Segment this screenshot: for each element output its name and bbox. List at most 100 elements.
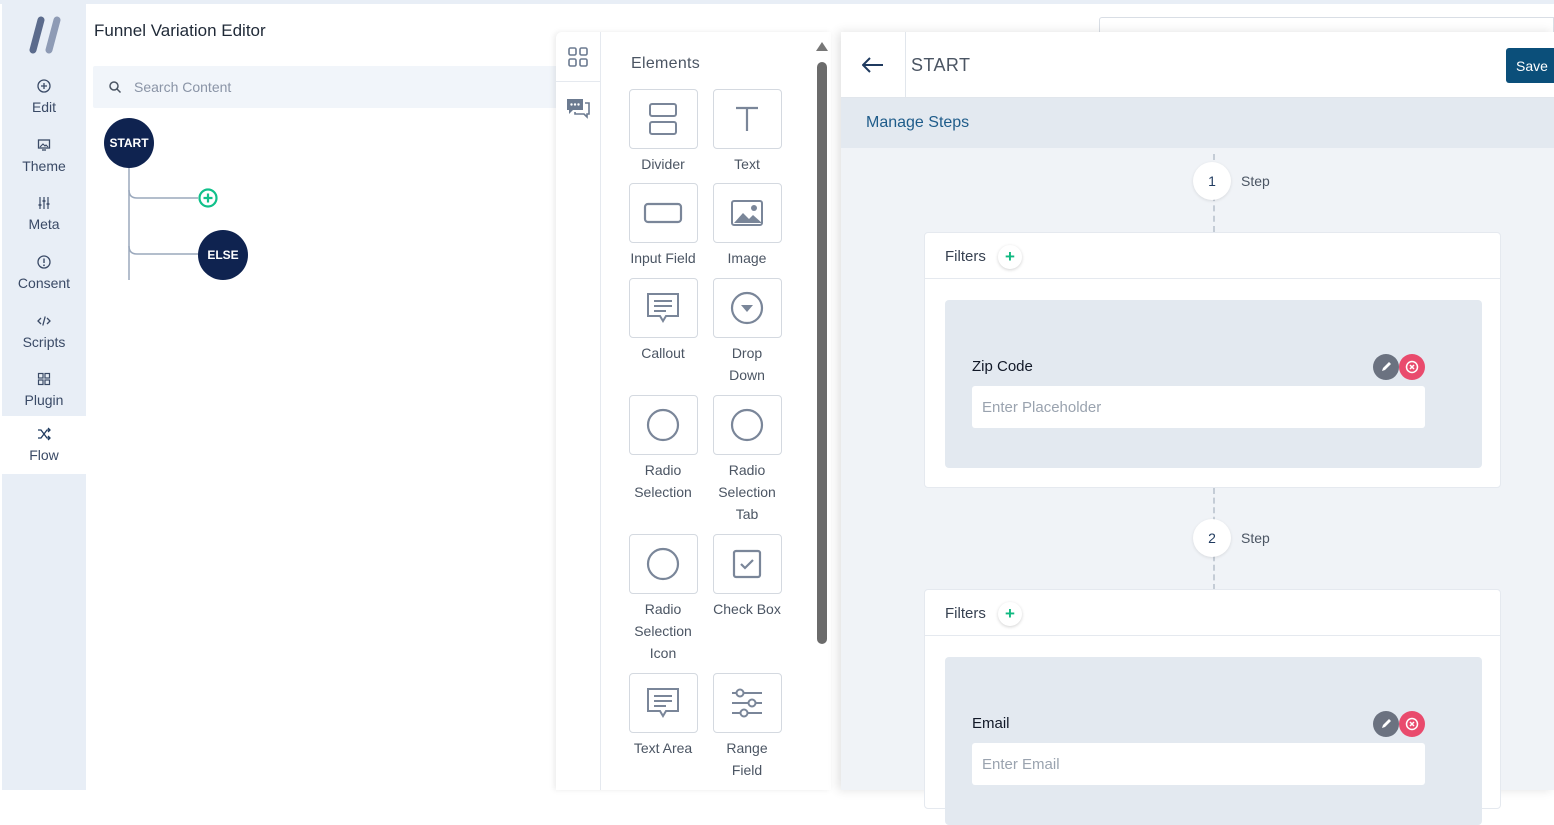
divider-icon: [628, 89, 698, 149]
close-circle-icon: [1405, 360, 1419, 374]
field-block: Zip Code: [945, 300, 1482, 468]
nav-item-plugin[interactable]: Plugin: [2, 361, 86, 419]
delete-field-button[interactable]: [1399, 354, 1425, 380]
manage-steps-label: Manage Steps: [866, 114, 970, 131]
filters-label: Filters: [945, 605, 986, 622]
nav-item-flow[interactable]: Flow: [2, 416, 86, 474]
search-icon: [109, 81, 122, 94]
element-text-area[interactable]: Text Area: [628, 673, 698, 759]
save-button[interactable]: Save: [1506, 48, 1554, 83]
shuffle-icon: [37, 427, 51, 441]
input-field-icon: [628, 183, 698, 243]
nav-item-scripts[interactable]: Scripts: [2, 303, 86, 361]
nav-item-label: Consent: [17, 275, 71, 291]
top-border: [0, 0, 1554, 4]
card-header: Filters +: [925, 233, 1500, 279]
filters-label: Filters: [945, 248, 986, 265]
tab-divider: [556, 81, 601, 82]
textarea-icon: [628, 673, 698, 733]
left-nav: Edit Theme Meta Consent Scripts Plugin F…: [2, 4, 86, 790]
step-panel: START Save Manage Steps 1 Step Filters +…: [841, 32, 1554, 825]
scrollbar-thumb[interactable]: [817, 62, 827, 644]
element-radio-selection-icon[interactable]: Radio Selection Icon: [628, 534, 698, 664]
apps-grid-icon[interactable]: [564, 43, 592, 71]
elements-panel-tabs: [556, 32, 601, 790]
element-divider[interactable]: Divider: [628, 89, 698, 175]
zip-code-input[interactable]: [972, 386, 1425, 428]
element-label: Range Field: [726, 740, 768, 778]
page-title: Funnel Variation Editor: [94, 21, 266, 40]
info-circle-icon: [37, 255, 51, 269]
field-block: Email: [945, 657, 1482, 825]
code-icon: [37, 314, 51, 328]
add-filter-button[interactable]: +: [998, 245, 1022, 269]
chat-bubble-icon[interactable]: [564, 94, 592, 122]
element-label: Radio Selection Tab: [718, 462, 776, 522]
dropdown-icon: [712, 278, 782, 338]
flow-node-else[interactable]: ELSE: [198, 230, 248, 280]
sliders-icon: [37, 196, 51, 210]
callout-icon: [628, 278, 698, 338]
element-label: Input Field: [630, 250, 696, 266]
range-icon: [712, 673, 782, 733]
add-branch-icon[interactable]: [197, 187, 219, 209]
search-input[interactable]: [134, 66, 534, 108]
back-button[interactable]: [841, 32, 906, 98]
nav-item-edit[interactable]: Edit: [2, 68, 86, 126]
step-panel-title: START: [911, 55, 971, 75]
element-label: Check Box: [713, 601, 781, 617]
image-icon: [712, 183, 782, 243]
theme-icon: [37, 138, 51, 152]
step-card: Filters + Email: [924, 589, 1501, 825]
search-bar: [93, 66, 563, 108]
element-label: Divider: [641, 156, 685, 172]
element-range-field[interactable]: Range Field: [712, 673, 782, 781]
element-label: Text: [734, 156, 760, 172]
element-label: Radio Selection: [634, 462, 692, 500]
field-label: Email: [972, 715, 1010, 732]
nav-item-theme[interactable]: Theme: [2, 127, 86, 185]
element-label: Drop Down: [729, 345, 765, 383]
scroll-up-arrow[interactable]: [816, 42, 828, 51]
edit-field-button[interactable]: [1373, 711, 1399, 737]
step-number-badge: 2: [1193, 519, 1231, 557]
nav-item-meta[interactable]: Meta: [2, 185, 86, 243]
nav-item-label: Edit: [31, 99, 57, 115]
elements-panel: Elements Divider Text Input Field Image …: [556, 32, 831, 790]
element-drop-down[interactable]: Drop Down: [712, 278, 782, 386]
step-label: Step: [1241, 530, 1270, 546]
radio-icon: [628, 395, 698, 455]
nav-item-consent[interactable]: Consent: [2, 244, 86, 302]
element-radio-selection-tab[interactable]: Radio Selection Tab: [712, 395, 782, 525]
step-card: Filters + Zip Code: [924, 232, 1501, 488]
nav-item-label: Scripts: [22, 334, 66, 350]
element-label: Callout: [641, 345, 685, 361]
edit-field-button[interactable]: [1373, 354, 1399, 380]
add-filter-button[interactable]: +: [998, 602, 1022, 626]
plus-circle-icon: [37, 79, 51, 93]
nav-item-label: Plugin: [24, 392, 64, 408]
step-label: Step: [1241, 173, 1270, 189]
pencil-icon: [1382, 362, 1391, 371]
element-image[interactable]: Image: [712, 183, 782, 269]
element-radio-selection[interactable]: Radio Selection: [628, 395, 698, 503]
delete-field-button[interactable]: [1399, 711, 1425, 737]
flow-node-start[interactable]: START: [104, 118, 154, 168]
element-text[interactable]: Text: [712, 89, 782, 175]
radio-icon: [712, 395, 782, 455]
arrow-left-icon: [862, 57, 883, 73]
nav-item-label: Flow: [29, 447, 59, 463]
pencil-icon: [1382, 719, 1391, 728]
element-label: Image: [727, 250, 767, 266]
element-check-box[interactable]: Check Box: [712, 534, 782, 620]
card-header: Filters +: [925, 590, 1500, 636]
elements-title: Elements: [631, 55, 701, 72]
field-label: Zip Code: [972, 358, 1033, 375]
element-input-field[interactable]: Input Field: [628, 183, 698, 269]
manage-steps-bar: Manage Steps: [841, 98, 1554, 148]
element-label: Text Area: [633, 740, 693, 756]
text-icon: [712, 89, 782, 149]
nav-item-label: Meta: [28, 216, 60, 232]
email-input[interactable]: [972, 743, 1425, 785]
element-callout[interactable]: Callout: [628, 278, 698, 364]
